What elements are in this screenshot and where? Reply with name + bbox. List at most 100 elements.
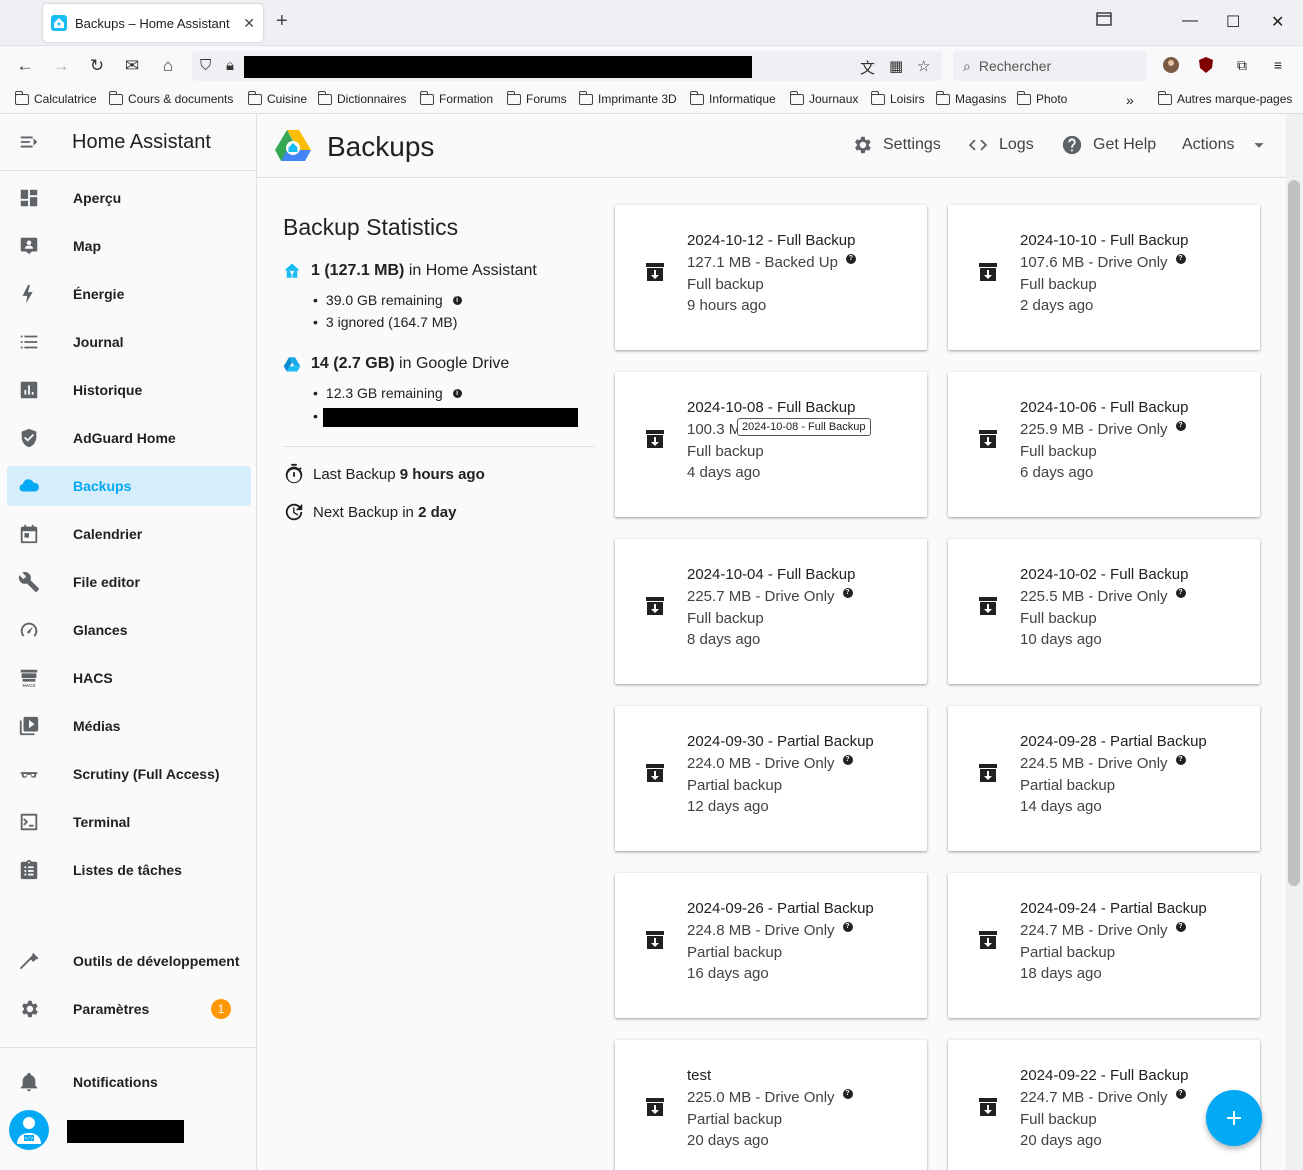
help-icon[interactable]: ? xyxy=(1175,1088,1186,1099)
sidebar-item-notifications[interactable]: Notifications xyxy=(7,1062,251,1102)
settings-button[interactable]: Settings xyxy=(851,134,941,156)
backup-card[interactable]: 2024-10-02 - Full Backup 225.5 MB - Driv… xyxy=(948,539,1260,684)
bookmark-item[interactable]: Loisirs xyxy=(870,90,925,106)
folder-icon xyxy=(789,90,804,105)
tab-overview-icon[interactable] xyxy=(1096,12,1112,31)
extensions-icon[interactable]: ⧉ xyxy=(1231,54,1253,76)
sidebar-item-hacs[interactable]: HACS HACS xyxy=(7,658,251,698)
home-icon[interactable]: ⌂ xyxy=(156,54,180,78)
bookmark-item[interactable]: Imprimante 3D xyxy=(578,90,677,106)
help-icon[interactable]: ? xyxy=(1175,253,1186,264)
sidebar-item-calendrier[interactable]: Calendrier xyxy=(7,514,251,554)
sidebar: Home Assistant Aperçu Map Énergie Journa… xyxy=(0,114,257,1170)
scrollbar-thumb[interactable] xyxy=(1288,180,1300,886)
sidebar-item-map[interactable]: Map xyxy=(7,226,251,266)
browser-tab[interactable]: Backups – Home Assistant ✕ xyxy=(43,4,263,42)
ublock-icon[interactable] xyxy=(1195,54,1217,76)
drive-count: 14 (2.7 GB) xyxy=(311,355,395,372)
backup-type: Full backup xyxy=(687,610,764,627)
help-icon[interactable]: ? xyxy=(842,587,853,598)
help-icon[interactable]: ? xyxy=(842,921,853,932)
bookmark-item[interactable]: Dictionnaires xyxy=(317,90,406,106)
browser-navbar: ← → ↻ ✉ ⌂ ⛉ 🔒︎ 文 ▦ ☆ ⌕ Rechercher ⧉ ≡ xyxy=(0,46,1303,86)
sidebar-item-listes[interactable]: Listes de tâches xyxy=(7,850,251,890)
back-icon[interactable]: ← xyxy=(13,54,37,78)
bookmark-item[interactable]: Informatique xyxy=(689,90,776,106)
profile-avatar-icon[interactable] xyxy=(1160,54,1182,76)
backup-size: 224.7 MB - Drive Only? xyxy=(1020,921,1186,939)
translate-icon[interactable]: 文 xyxy=(860,57,875,78)
url-bar[interactable]: ⛉ 🔒︎ 文 ▦ ☆ xyxy=(192,51,942,81)
sidebar-item-file-editor[interactable]: File editor xyxy=(7,562,251,602)
search-input[interactable]: ⌕ Rechercher xyxy=(953,51,1147,81)
sidebar-item-apercu[interactable]: Aperçu xyxy=(7,178,251,218)
bookmark-star-icon[interactable]: ☆ xyxy=(917,57,930,75)
backup-card[interactable]: test 225.0 MB - Drive Only? Partial back… xyxy=(615,1040,927,1170)
actions-dropdown[interactable]: Actions xyxy=(1182,134,1270,156)
sidebar-item-journal[interactable]: Journal xyxy=(7,322,251,362)
forward-icon[interactable]: → xyxy=(49,54,73,78)
backup-name: 2024-10-02 - Full Backup xyxy=(1020,566,1189,583)
bookmark-item[interactable]: Photo xyxy=(1016,90,1067,106)
tab-close-icon[interactable]: ✕ xyxy=(243,15,255,32)
menu-open-icon[interactable] xyxy=(18,131,40,153)
backup-card[interactable]: 2024-09-24 - Partial Backup 224.7 MB - D… xyxy=(948,873,1260,1018)
bookmark-item[interactable]: Journaux xyxy=(789,90,858,106)
backup-card[interactable]: 2024-09-28 - Partial Backup 224.5 MB - D… xyxy=(948,706,1260,851)
sidebar-item-backups[interactable]: Backups xyxy=(7,466,251,506)
bookmark-item[interactable]: Magasins xyxy=(935,90,1006,106)
backup-card[interactable]: 2024-10-10 - Full Backup 107.6 MB - Driv… xyxy=(948,205,1260,350)
minimize-icon[interactable]: — xyxy=(1182,12,1198,30)
help-icon[interactable]: ? xyxy=(842,754,853,765)
help-icon[interactable]: ? xyxy=(845,253,856,264)
bookmark-item[interactable]: Forums xyxy=(506,90,567,106)
backup-card[interactable]: 2024-09-26 - Partial Backup 224.8 MB - D… xyxy=(615,873,927,1018)
info-icon[interactable]: i xyxy=(452,295,462,305)
backup-card[interactable]: 2024-09-30 - Partial Backup 224.0 MB - D… xyxy=(615,706,927,851)
backup-card[interactable]: 2024-10-08 - Full Backup 100.3 M Full ba… xyxy=(615,372,927,517)
menu-icon[interactable]: ≡ xyxy=(1267,54,1289,76)
sidebar-item-scrutiny[interactable]: Scrutiny (Full Access) xyxy=(7,754,251,794)
search-icon: ⌕ xyxy=(963,57,971,74)
info-icon[interactable]: i xyxy=(452,388,462,398)
tracking-shield-icon[interactable]: ⛉ xyxy=(200,57,211,74)
backup-card[interactable]: 2024-10-06 - Full Backup 225.9 MB - Driv… xyxy=(948,372,1260,517)
sidebar-item-terminal[interactable]: Terminal xyxy=(7,802,251,842)
bookmark-item[interactable]: Cuisine xyxy=(247,90,307,106)
help-icon[interactable]: ? xyxy=(1175,420,1186,431)
help-icon[interactable]: ? xyxy=(842,1088,853,1099)
help-icon[interactable]: ? xyxy=(1175,754,1186,765)
bookmark-item[interactable]: Formation xyxy=(419,90,493,106)
sidebar-item-adguard[interactable]: AdGuard Home xyxy=(7,418,251,458)
help-icon[interactable]: ? xyxy=(1175,921,1186,932)
backup-card[interactable]: 2024-10-12 - Full Backup 127.1 MB - Back… xyxy=(615,205,927,350)
close-window-icon[interactable]: ✕ xyxy=(1271,12,1284,32)
sidebar-header: Home Assistant xyxy=(0,114,256,171)
help-icon[interactable]: ? xyxy=(1175,587,1186,598)
backup-card[interactable]: 2024-10-04 - Full Backup 225.7 MB - Driv… xyxy=(615,539,927,684)
get-help-button[interactable]: Get Help xyxy=(1061,134,1156,156)
backup-size: 100.3 M xyxy=(687,421,742,438)
maximize-icon[interactable]: ☐ xyxy=(1226,12,1240,32)
new-tab-icon[interactable]: + xyxy=(276,10,288,33)
main-header: Backups Settings Logs Get Help Actions xyxy=(257,114,1286,178)
qr-code-icon[interactable]: ▦ xyxy=(889,57,903,75)
bookmark-item[interactable]: Calculatrice xyxy=(14,90,97,106)
avatar[interactable]: </> xyxy=(9,1110,49,1150)
logs-button[interactable]: Logs xyxy=(967,134,1034,156)
mail-icon[interactable]: ✉ xyxy=(120,54,144,78)
sidebar-item-historique[interactable]: Historique xyxy=(7,370,251,410)
backup-age: 8 days ago xyxy=(687,631,761,648)
sidebar-item-parametres[interactable]: Paramètres 1 xyxy=(7,989,251,1029)
sidebar-item-dev-tools[interactable]: Outils de développement xyxy=(7,941,251,981)
clipboard-list-icon xyxy=(20,859,38,880)
bookmarks-overflow-icon[interactable]: » xyxy=(1126,92,1134,108)
sidebar-item-energie[interactable]: Énergie xyxy=(7,274,251,314)
sidebar-item-medias[interactable]: Médias xyxy=(7,706,251,746)
lock-icon[interactable]: 🔒︎ xyxy=(226,57,234,74)
sidebar-item-glances[interactable]: Glances xyxy=(7,610,251,650)
add-backup-button[interactable] xyxy=(1206,1090,1262,1146)
bookmark-item-other[interactable]: Autres marque-pages xyxy=(1157,90,1292,106)
reload-icon[interactable]: ↻ xyxy=(85,54,109,78)
bookmark-item[interactable]: Cours & documents xyxy=(108,90,233,106)
